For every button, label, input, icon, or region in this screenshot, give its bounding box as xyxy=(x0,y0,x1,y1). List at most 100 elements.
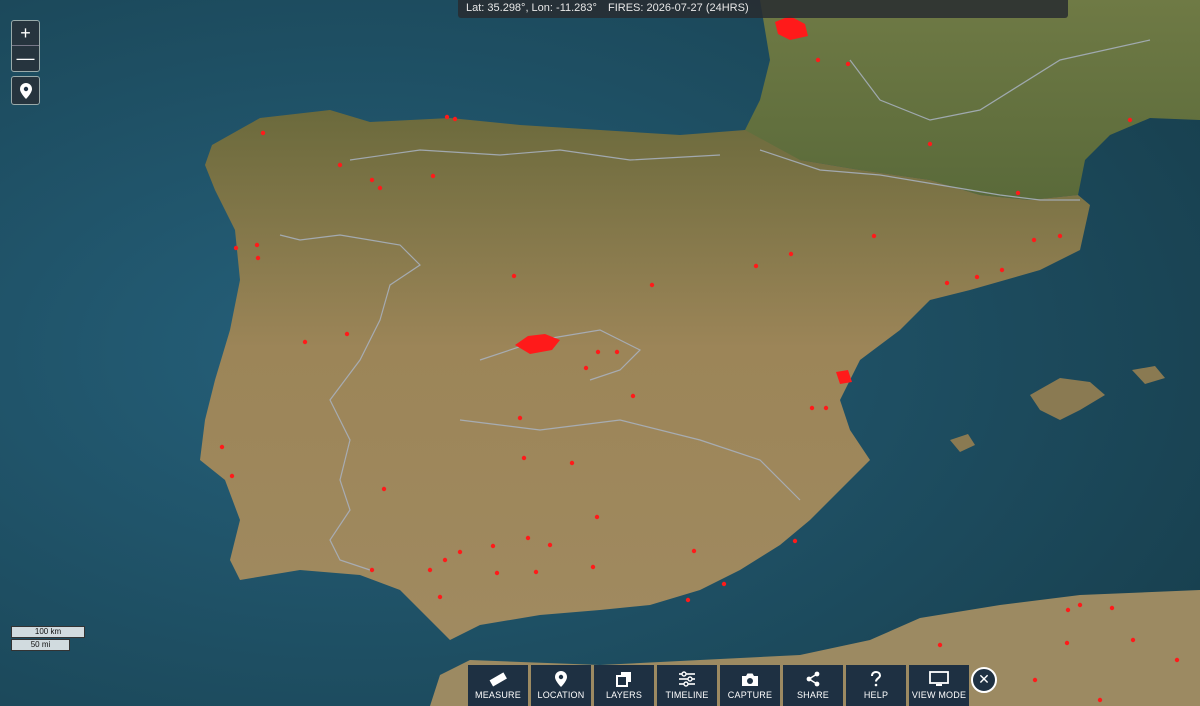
fire-point xyxy=(457,549,463,555)
fire-point xyxy=(517,415,523,421)
fire-point xyxy=(1174,657,1180,663)
fire-point xyxy=(815,57,821,63)
fire-point xyxy=(974,274,980,280)
timeline-label: TIMELINE xyxy=(665,690,709,700)
fire-point xyxy=(260,130,266,136)
help-icon xyxy=(871,671,882,687)
satellite-map[interactable] xyxy=(0,0,1200,706)
measure-button[interactable]: MEASURE xyxy=(468,665,528,706)
location-label: LOCATION xyxy=(537,690,585,700)
share-icon xyxy=(806,671,820,687)
zoom-in-button[interactable]: + xyxy=(12,21,39,45)
monitor-icon xyxy=(929,671,949,686)
scale-km: 100 km xyxy=(11,626,85,638)
layers-button[interactable]: LAYERS xyxy=(594,665,654,706)
capture-label: CAPTURE xyxy=(727,689,773,700)
fire-point xyxy=(255,255,261,261)
fire-point xyxy=(614,349,620,355)
view-mode-label: VIEW MODE xyxy=(911,690,967,700)
fire-point xyxy=(809,405,815,411)
fire-point xyxy=(1031,237,1037,243)
fire-point xyxy=(753,263,759,269)
fire-point xyxy=(302,339,308,345)
fire-point xyxy=(1032,677,1038,683)
fire-point xyxy=(490,543,496,549)
fire-point xyxy=(590,564,596,570)
fire-point xyxy=(511,273,517,279)
fire-point xyxy=(1127,117,1133,123)
fire-point xyxy=(1015,190,1021,196)
measure-label: MEASURE xyxy=(475,690,521,700)
fire-point xyxy=(533,569,539,575)
fire-point xyxy=(927,141,933,147)
fire-point xyxy=(792,538,798,544)
fire-point xyxy=(1064,640,1070,646)
pin-icon xyxy=(555,671,567,687)
fire-point xyxy=(1077,602,1083,608)
zoom-control: + — xyxy=(11,20,40,72)
ruler-icon xyxy=(489,672,507,687)
scale-bar: 100 km 50 mi xyxy=(11,626,85,651)
fire-point xyxy=(521,455,527,461)
fire-point xyxy=(381,486,387,492)
status-bar: Lat: 35.298°, Lon: -11.283° FIRES: 2026-… xyxy=(458,0,1068,18)
fire-point xyxy=(337,162,343,168)
fire-point xyxy=(937,642,943,648)
fire-point xyxy=(569,460,575,466)
fire-point xyxy=(1109,605,1115,611)
help-label: HELP xyxy=(863,690,889,700)
locate-button[interactable] xyxy=(11,76,40,105)
fire-point xyxy=(649,282,655,288)
close-toolbar-button[interactable]: ✕ xyxy=(971,667,997,693)
fire-point xyxy=(594,514,600,520)
fire-point xyxy=(427,567,433,573)
bottom-toolbar: MEASURE LOCATION LAYERS TIMELINE CAPTURE xyxy=(468,665,969,706)
fire-point xyxy=(1130,637,1136,643)
zoom-out-button[interactable]: — xyxy=(12,45,39,70)
fire-point xyxy=(685,597,691,603)
sliders-icon xyxy=(679,671,695,687)
cursor-coordinates: Lat: 35.298°, Lon: -11.283° xyxy=(466,2,597,14)
fire-point xyxy=(254,242,260,248)
timeline-button[interactable]: TIMELINE xyxy=(657,665,717,706)
share-button[interactable]: SHARE xyxy=(783,665,843,706)
fire-point xyxy=(871,233,877,239)
help-button[interactable]: HELP xyxy=(846,665,906,706)
fire-point xyxy=(944,280,950,286)
fire-point xyxy=(229,473,235,479)
fire-point xyxy=(494,570,500,576)
share-label: SHARE xyxy=(796,690,829,700)
fire-point xyxy=(595,349,601,355)
fire-point xyxy=(1065,607,1071,613)
fire-point xyxy=(219,444,225,450)
fire-point xyxy=(369,177,375,183)
capture-button[interactable]: CAPTURE xyxy=(720,665,780,706)
fire-point xyxy=(1097,697,1103,703)
fire-point xyxy=(691,548,697,554)
fire-point xyxy=(583,365,589,371)
fire-point xyxy=(437,594,443,600)
fire-point xyxy=(845,61,851,67)
location-button[interactable]: LOCATION xyxy=(531,665,591,706)
fire-point xyxy=(721,581,727,587)
fires-date-label: FIRES: 2026-07-27 (24HRS) xyxy=(608,2,749,14)
fire-point xyxy=(430,173,436,179)
fire-point xyxy=(1057,233,1063,239)
fire-point xyxy=(525,535,531,541)
pin-icon xyxy=(19,82,32,99)
fire-point xyxy=(630,393,636,399)
fire-point xyxy=(999,267,1005,273)
fire-point xyxy=(444,114,450,120)
fire-point xyxy=(369,567,375,573)
fire-point xyxy=(233,245,239,251)
fire-point xyxy=(547,542,553,548)
scale-mi: 50 mi xyxy=(11,639,70,651)
fire-point xyxy=(344,331,350,337)
camera-icon xyxy=(742,673,758,686)
fire-point xyxy=(377,185,383,191)
fire-point xyxy=(823,405,829,411)
view-mode-button[interactable]: VIEW MODE xyxy=(909,665,969,706)
fire-point xyxy=(452,116,458,122)
fire-point xyxy=(442,557,448,563)
fire-point xyxy=(788,251,794,257)
